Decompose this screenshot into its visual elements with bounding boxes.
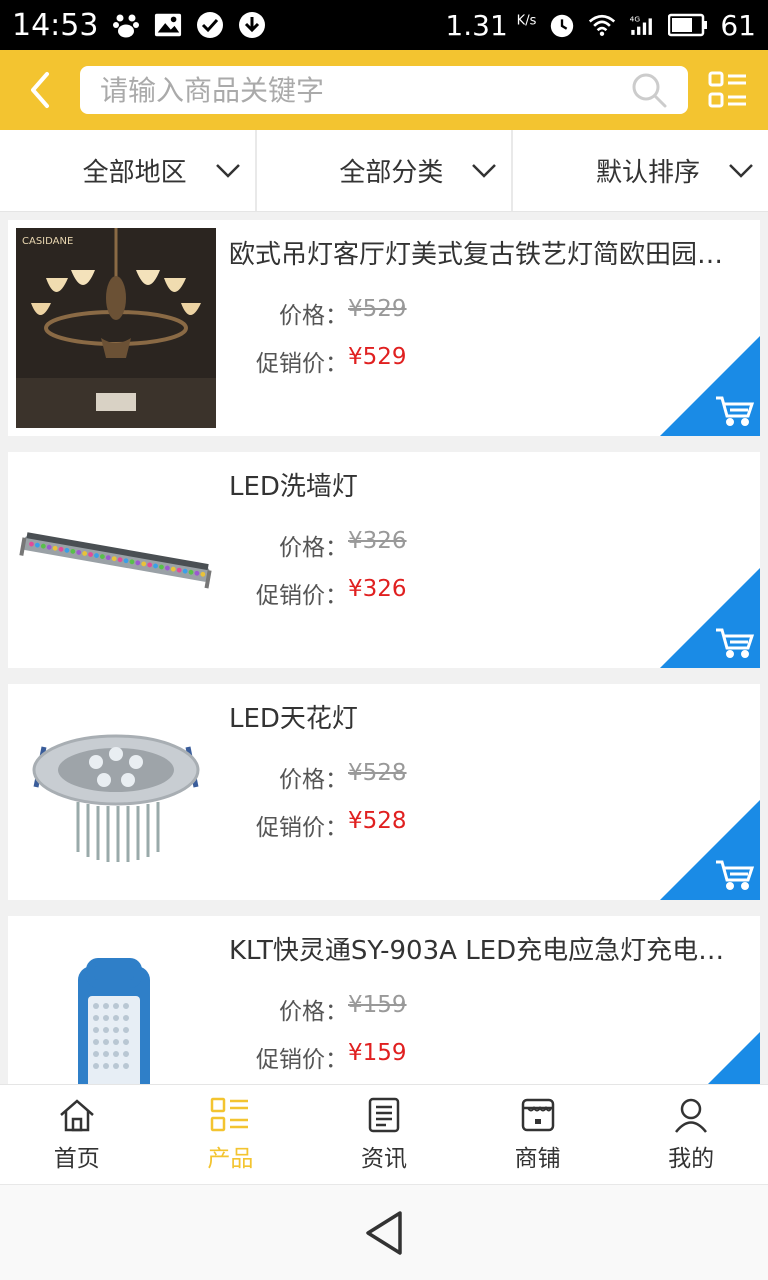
brand-mark: CASIDANE — [22, 236, 73, 247]
signal-4g-icon: 4G — [628, 11, 656, 39]
shop-icon — [521, 1098, 554, 1131]
battery-level: 61 — [720, 8, 756, 42]
price-row: 价格： ¥529 — [228, 296, 407, 330]
chevron-down-icon — [729, 163, 753, 178]
status-bar: 14:53 1.31 K/s 4G 61 — [0, 0, 768, 50]
filter-label: 默认排序 — [596, 158, 701, 188]
clock: 14:53 — [12, 7, 99, 43]
home-icon — [59, 1098, 94, 1131]
product-item[interactable]: LED天花灯 价格： ¥528 促销价： ¥528 — [8, 684, 760, 900]
price-row: 价格： ¥159 — [228, 992, 407, 1026]
tab-label: 首页 — [53, 1145, 100, 1172]
product-item[interactable]: LED洗墙灯 价格： ¥326 促销价： ¥326 — [8, 452, 760, 668]
price-label: 价格： — [279, 535, 348, 561]
back-button[interactable] — [0, 50, 80, 130]
system-back-icon[interactable] — [362, 1209, 406, 1257]
sale-price: ¥528 — [348, 808, 407, 834]
wifi-icon — [588, 11, 616, 39]
tab-label: 产品 — [207, 1145, 254, 1172]
battery-icon — [668, 11, 708, 39]
tab-profile[interactable]: 我的 — [614, 1085, 768, 1184]
tab-products[interactable]: 产品 — [154, 1085, 308, 1184]
sale-price: ¥529 — [348, 344, 407, 370]
tab-label: 资讯 — [360, 1145, 407, 1172]
product-image-chandelier[interactable]: CASIDANE — [16, 228, 216, 428]
product-item[interactable]: CASIDANE 欧式吊灯客厅灯美式复古铁艺灯简欧田园卧室灯 价格： ¥529 … — [8, 220, 760, 436]
category-menu-button[interactable] — [688, 50, 768, 130]
list-menu-icon — [708, 71, 746, 108]
search-input[interactable] — [100, 73, 630, 107]
product-image-wall-washer[interactable] — [16, 460, 216, 660]
sale-price: ¥326 — [348, 576, 407, 602]
svg-text:4G: 4G — [630, 15, 641, 24]
add-to-cart-button[interactable] — [660, 568, 760, 668]
price-label: 价格： — [279, 767, 348, 793]
header — [0, 50, 768, 130]
sale-price-label: 促销价： — [256, 815, 348, 841]
chevron-left-icon — [31, 72, 49, 108]
network-speed: 1.31 K/s — [445, 8, 537, 42]
original-price: ¥159 — [348, 992, 407, 1018]
product-title[interactable]: LED天花灯 — [229, 698, 747, 735]
price-label: 价格： — [279, 999, 348, 1025]
bottom-tab-bar: 首页 产品 资讯 商铺 我的 — [0, 1084, 768, 1184]
tab-label: 我的 — [668, 1145, 715, 1172]
news-icon — [368, 1097, 400, 1132]
price-row: 价格： ¥528 — [228, 760, 407, 794]
product-title[interactable]: 欧式吊灯客厅灯美式复古铁艺灯简欧田园卧室灯 — [229, 234, 747, 271]
sale-price-row: 促销价： ¥529 — [228, 344, 407, 378]
baidu-icon — [112, 11, 140, 39]
filter-sort[interactable]: 默认排序 — [513, 130, 768, 211]
product-list: CASIDANE 欧式吊灯客厅灯美式复古铁艺灯简欧田园卧室灯 价格： ¥529 … — [8, 220, 760, 1148]
product-title[interactable]: KLT快灵通SY-903A LED充电应急灯充电手提灯 — [229, 930, 747, 967]
sale-price-row: 促销价： ¥159 — [228, 1040, 407, 1074]
tab-home[interactable]: 首页 — [0, 1085, 154, 1184]
sale-price-row: 促销价： ¥528 — [228, 808, 407, 842]
chevron-down-icon — [215, 163, 240, 178]
tab-label: 商铺 — [514, 1145, 561, 1172]
original-price: ¥529 — [348, 296, 407, 322]
add-to-cart-button[interactable] — [660, 336, 760, 436]
sale-price-row: 促销价： ¥326 — [228, 576, 407, 610]
download-icon — [238, 11, 266, 39]
filter-region[interactable]: 全部地区 — [0, 130, 257, 211]
filter-label: 全部地区 — [82, 158, 187, 188]
product-title[interactable]: LED洗墙灯 — [229, 466, 747, 503]
add-to-cart-button[interactable] — [660, 800, 760, 900]
original-price: ¥528 — [348, 760, 407, 786]
chevron-down-icon — [472, 163, 497, 178]
sale-price-label: 促销价： — [256, 1047, 348, 1073]
original-price: ¥326 — [348, 528, 407, 554]
tab-news[interactable]: 资讯 — [307, 1085, 461, 1184]
products-icon — [211, 1097, 249, 1131]
filter-label: 全部分类 — [339, 158, 444, 188]
search-box[interactable] — [80, 66, 688, 114]
user-icon — [675, 1098, 708, 1133]
alarm-icon — [548, 11, 576, 39]
system-nav-bar — [0, 1184, 768, 1280]
check-icon — [196, 11, 224, 39]
filter-bar: 全部地区 全部分类 默认排序 — [0, 130, 768, 212]
price-label: 价格： — [279, 303, 348, 329]
filter-category[interactable]: 全部分类 — [257, 130, 514, 211]
sale-price-label: 促销价： — [256, 351, 348, 377]
product-image-ceiling-light[interactable] — [16, 692, 216, 892]
price-row: 价格： ¥326 — [228, 528, 407, 562]
image-icon — [154, 11, 182, 39]
tab-shop[interactable]: 商铺 — [461, 1085, 615, 1184]
search-icon[interactable] — [630, 71, 668, 109]
sale-price: ¥159 — [348, 1040, 407, 1066]
sale-price-label: 促销价： — [256, 583, 348, 609]
